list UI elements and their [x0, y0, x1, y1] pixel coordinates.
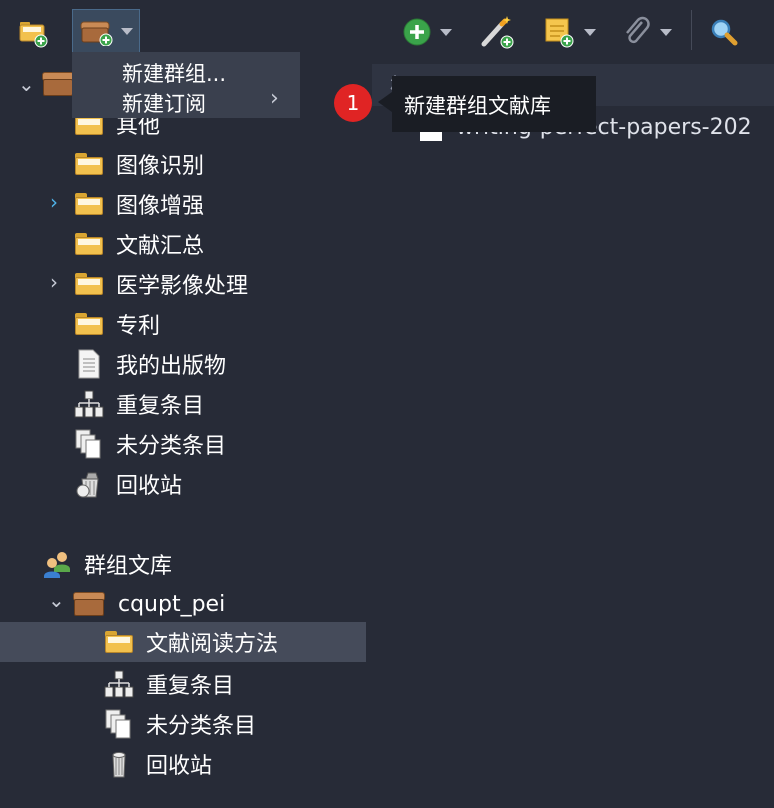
unfiled-icon [104, 709, 134, 739]
new-collection-button[interactable] [18, 12, 48, 52]
collapse-chevron-icon[interactable]: ⌄ [48, 588, 65, 612]
library-plus-icon [80, 21, 113, 46]
group-tree-item-duplicates[interactable]: 重复条目 [104, 664, 234, 704]
chevron-down-icon [440, 28, 452, 36]
tree-item-unfiled[interactable]: 未分类条目 [74, 424, 226, 464]
group-libraries-header: 群组文库 [42, 544, 172, 584]
folder-icon [74, 309, 104, 339]
tree-item-label: 未分类条目 [116, 434, 227, 459]
duplicate-icon [74, 389, 104, 419]
expand-chevron-icon[interactable]: › [50, 190, 58, 214]
tree-item-label: 图像识别 [116, 154, 205, 179]
tree-item-medical-imaging[interactable]: 医学影像处理 [74, 264, 248, 304]
tooltip-text: 新建群组文献库 [404, 94, 551, 118]
menu-item-new-feed[interactable]: 新建订阅 [122, 88, 206, 118]
note-plus-icon [545, 18, 574, 48]
tree-item-image-enhancement[interactable]: 图像增强 [74, 184, 204, 224]
tree-item-reading-methods[interactable]: 文献阅读方法 [0, 622, 366, 662]
tooltip-pointer [378, 92, 392, 112]
group-tree-item-trash[interactable]: 回收站 [104, 744, 212, 784]
folder-icon [104, 627, 134, 657]
tree-item-duplicates[interactable]: 重复条目 [74, 384, 204, 424]
new-library-dropdown-menu: 新建群组... 新建订阅 › [72, 52, 300, 118]
step-badge: 1 [334, 84, 372, 122]
folder-icon [74, 149, 104, 179]
green-plus-icon [403, 18, 431, 46]
chevron-down-icon [584, 28, 596, 36]
my-library-icon [42, 72, 74, 96]
tree-item-label: 未分类条目 [146, 714, 257, 739]
group-header-label: 群组文库 [84, 554, 173, 579]
magic-wand-icon [481, 16, 514, 49]
trash-icon [74, 469, 104, 499]
new-note-button[interactable] [544, 12, 596, 52]
search-button[interactable] [708, 12, 740, 52]
group-library-label: cqupt_pei [118, 591, 226, 617]
document-icon [74, 349, 104, 379]
tree-item-patents[interactable]: 专利 [74, 304, 160, 344]
tree-item-label: 回收站 [146, 754, 213, 779]
tree-item-label: 医学影像处理 [116, 274, 249, 299]
add-attachment-button[interactable] [622, 12, 672, 52]
submenu-arrow-icon: › [270, 86, 279, 111]
folder-icon [74, 229, 104, 259]
duplicate-icon [104, 669, 134, 699]
folder-icon [74, 269, 104, 299]
tree-item-my-publications[interactable]: 我的出版物 [74, 344, 226, 384]
tooltip: 新建群组文献库 [392, 76, 596, 132]
group-icon [42, 549, 72, 579]
tree-item-label: 文献阅读方法 [146, 632, 279, 657]
folder-icon [74, 189, 104, 219]
trash-icon [104, 749, 134, 779]
library-icon [72, 589, 106, 619]
tree-item-label: 重复条目 [146, 674, 235, 699]
chevron-down-icon [660, 28, 672, 36]
new-library-button[interactable] [72, 9, 140, 53]
chevron-down-icon [121, 27, 133, 35]
tree-item-image-recognition[interactable]: 图像识别 [74, 144, 204, 184]
tree-item-trash[interactable]: 回收站 [74, 464, 182, 504]
tree-item-label: 重复条目 [116, 394, 205, 419]
add-by-identifier-button[interactable] [480, 12, 516, 52]
tree-item-label: 专利 [116, 314, 161, 339]
collapse-chevron-icon[interactable]: ⌄ [18, 72, 35, 96]
search-icon [711, 19, 738, 46]
unfiled-icon [74, 429, 104, 459]
tree-item-label: 文献汇总 [116, 234, 205, 259]
folder-plus-icon [19, 22, 48, 48]
menu-item-new-group[interactable]: 新建群组... [122, 58, 226, 88]
tree-item-label: 图像增强 [116, 194, 205, 219]
paperclip-icon [626, 16, 650, 44]
tree-item-label: 我的出版物 [116, 354, 227, 379]
group-library-cqupt-pei[interactable]: cqupt_pei [72, 584, 225, 624]
group-tree-item-unfiled[interactable]: 未分类条目 [104, 704, 256, 744]
tree-item-literature-summary[interactable]: 文献汇总 [74, 224, 204, 264]
new-item-button[interactable] [402, 12, 452, 52]
expand-chevron-icon[interactable]: › [50, 270, 58, 294]
toolbar-separator [691, 10, 692, 50]
tree-item-label: 回收站 [116, 474, 183, 499]
